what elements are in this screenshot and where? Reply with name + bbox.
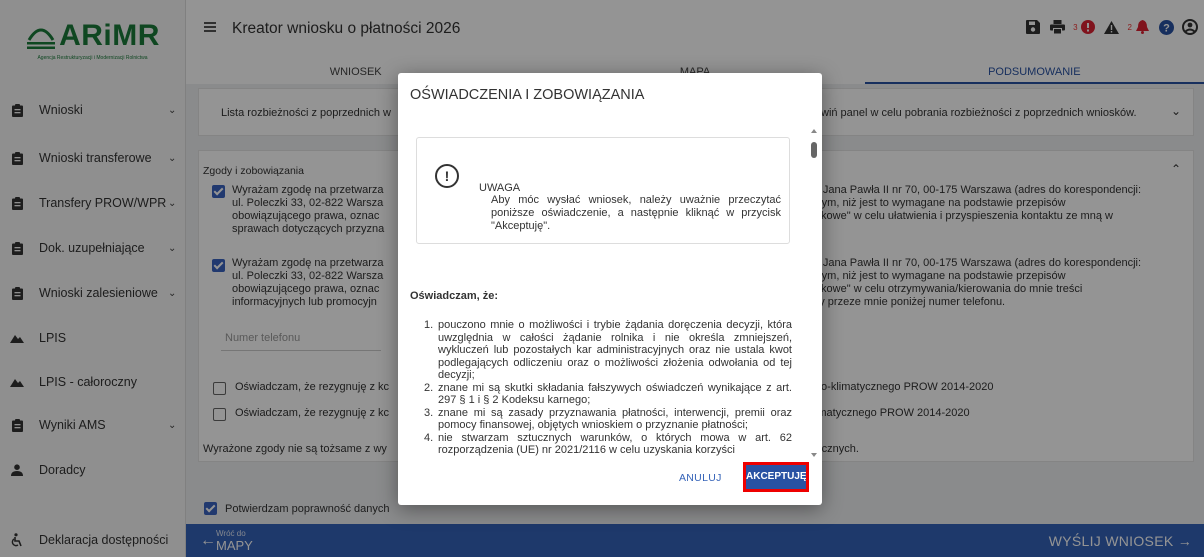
list-text: pouczono mnie o możliwości i trybie żąda… bbox=[438, 319, 792, 381]
list-text: znane mi są zasady przyznawania płatnośc… bbox=[438, 406, 792, 432]
dialog-footer: ANULUJ AKCEPTUJĘ bbox=[398, 461, 822, 505]
declaration-heading: Oświadczam, że: bbox=[410, 290, 499, 302]
declaration-list: 1. pouczono mnie o możliwości i trybie żą… bbox=[424, 319, 792, 457]
warning-alert: ! UWAGA Aby móc wysłać wniosek, należy u… bbox=[416, 137, 790, 244]
scroll-down-arrow-icon[interactable] bbox=[811, 453, 817, 457]
accept-button[interactable]: AKCEPTUJĘ bbox=[743, 462, 809, 492]
cancel-button[interactable]: ANULUJ bbox=[679, 472, 722, 484]
alert-text: Aby móc wysłać wniosek, należy uważnie p… bbox=[491, 194, 781, 232]
list-text: znane mi są skutki składania fałszywych … bbox=[438, 381, 792, 407]
alert-heading: UWAGA bbox=[479, 182, 521, 194]
list-item: 3. znane mi są zasady przyznawania płatno… bbox=[424, 407, 792, 432]
list-number: 1. bbox=[424, 319, 434, 331]
list-number: 2. bbox=[424, 381, 434, 394]
list-number: 4. bbox=[424, 431, 434, 444]
list-item: 4. nie stwarzam sztucznych warunków, o kt… bbox=[424, 432, 792, 457]
dialog-body[interactable]: ! UWAGA Aby móc wysłać wniosek, należy u… bbox=[398, 123, 822, 461]
dialog-scrollbar[interactable] bbox=[809, 123, 819, 461]
list-text: nie stwarzam sztucznych warunków, o któr… bbox=[438, 431, 792, 457]
list-number: 3. bbox=[424, 406, 434, 419]
dialog-title: OŚWIADCZENIA I ZOBOWIĄZANIA bbox=[410, 87, 645, 103]
exclamation-circle-icon: ! bbox=[435, 164, 459, 188]
declarations-dialog: OŚWIADCZENIA I ZOBOWIĄZANIA ! UWAGA Aby … bbox=[398, 73, 822, 505]
scroll-up-arrow-icon[interactable] bbox=[811, 129, 817, 133]
list-item: 1. pouczono mnie o możliwości i trybie żą… bbox=[424, 319, 792, 382]
scrollbar-thumb[interactable] bbox=[811, 142, 817, 158]
list-item: 2. znane mi są skutki składania fałszywyc… bbox=[424, 382, 792, 407]
